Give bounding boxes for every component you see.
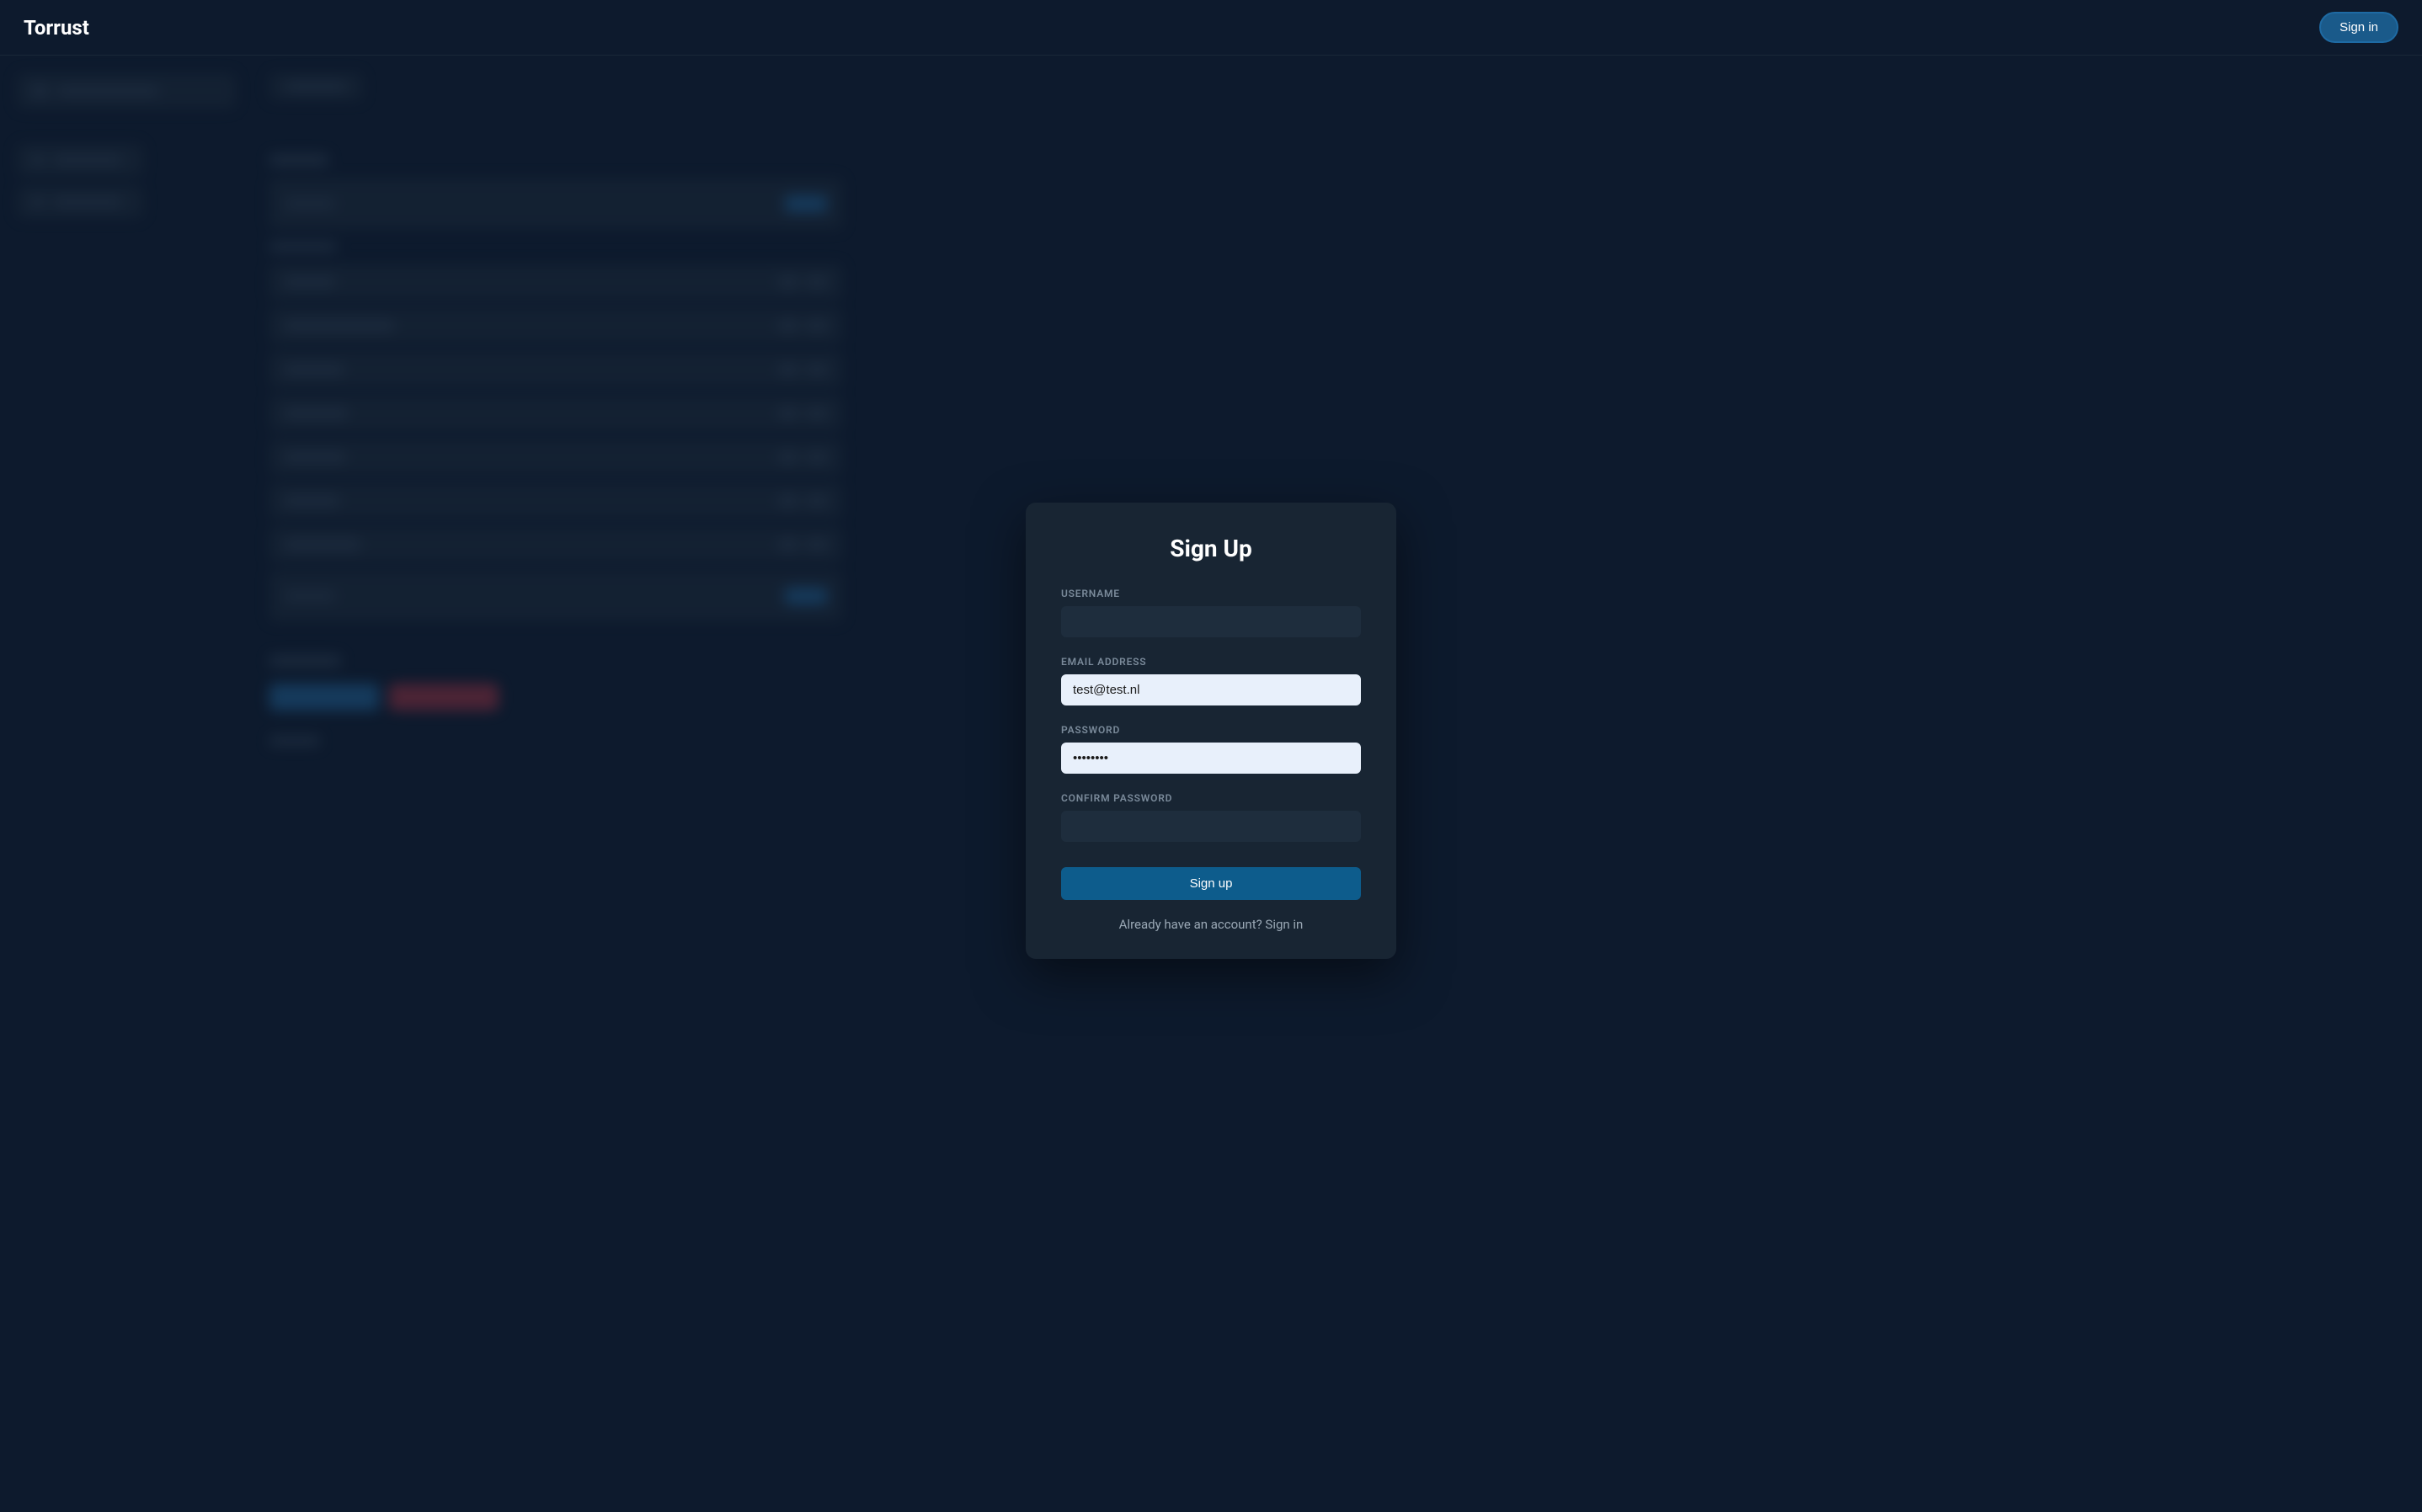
- email-label: EMAIL ADDRESS: [1061, 656, 1361, 668]
- password-input[interactable]: [1061, 743, 1361, 774]
- signup-modal: Sign Up USERNAME EMAIL ADDRESS PASSWORD …: [1026, 503, 1396, 959]
- modal-title: Sign Up: [1061, 535, 1361, 562]
- password-label: PASSWORD: [1061, 724, 1361, 736]
- username-label: USERNAME: [1061, 588, 1361, 599]
- footer-text: Already have an account?: [1119, 917, 1266, 932]
- confirm-password-label: CONFIRM PASSWORD: [1061, 792, 1361, 804]
- modal-overlay: Sign Up USERNAME EMAIL ADDRESS PASSWORD …: [0, 0, 2422, 1512]
- username-input[interactable]: [1061, 606, 1361, 637]
- modal-footer: Already have an account? Sign in: [1061, 917, 1361, 932]
- signup-submit-button[interactable]: Sign up: [1061, 867, 1361, 900]
- confirm-password-input[interactable]: [1061, 811, 1361, 842]
- email-input[interactable]: [1061, 674, 1361, 705]
- signin-link[interactable]: Sign in: [1265, 917, 1303, 932]
